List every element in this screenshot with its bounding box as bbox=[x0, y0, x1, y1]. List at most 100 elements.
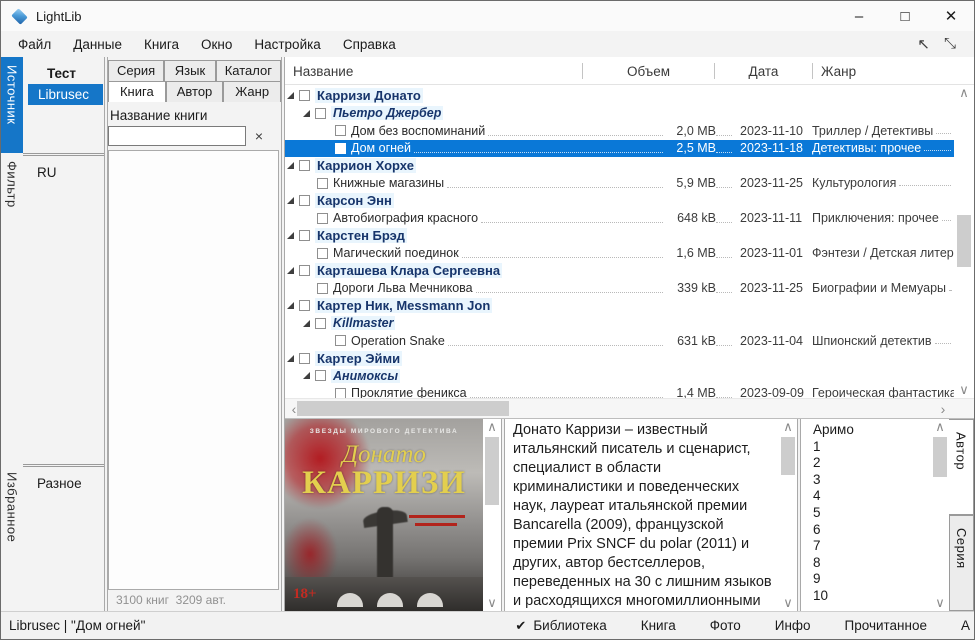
preview-tab-Автор[interactable]: Автор bbox=[949, 419, 974, 515]
column-header-size[interactable]: Объем bbox=[582, 62, 714, 79]
expand-triangle-icon[interactable] bbox=[287, 232, 294, 240]
checkbox[interactable] bbox=[299, 90, 310, 102]
tree-horizontal-scrollbar[interactable]: ‹ › bbox=[285, 398, 974, 418]
scroll-track[interactable] bbox=[957, 101, 971, 382]
expand-triangle-icon[interactable] bbox=[287, 267, 294, 275]
maximize-button[interactable]: □ bbox=[882, 1, 928, 31]
tree-row-book[interactable]: Автобиография красного 648 kB 2023-11-11 Пр… bbox=[285, 210, 954, 228]
checkbox[interactable] bbox=[299, 265, 310, 277]
tab-Серия[interactable]: Серия bbox=[108, 60, 165, 81]
sidebar-tab-Фильтр[interactable]: Фильтр bbox=[1, 153, 23, 464]
checkbox[interactable] bbox=[299, 160, 310, 172]
tree-row-author[interactable]: Карташева Клара Сергеевна bbox=[285, 262, 954, 280]
tree-row-book[interactable]: Магический поединок 1,6 MB 2023-11-01 Фэнте… bbox=[285, 245, 954, 263]
tab-Язык[interactable]: Язык bbox=[164, 60, 216, 81]
checkbox[interactable] bbox=[335, 387, 346, 398]
tree-vertical-scrollbar[interactable]: ∧ ∨ bbox=[954, 85, 974, 398]
checkbox[interactable] bbox=[299, 300, 310, 312]
expand-triangle-icon[interactable] bbox=[303, 319, 310, 327]
checkbox[interactable] bbox=[317, 282, 328, 294]
tree-row-series[interactable]: Пьетро Джербер bbox=[285, 105, 954, 123]
checkbox[interactable] bbox=[315, 317, 326, 329]
tab-Каталог[interactable]: Каталог bbox=[215, 60, 281, 81]
list-item[interactable]: 1 bbox=[801, 439, 931, 456]
checkbox[interactable] bbox=[315, 107, 326, 119]
menu-item-Окно[interactable]: Окно bbox=[190, 34, 243, 55]
menu-item-Справка[interactable]: Справка bbox=[332, 34, 407, 55]
list-item[interactable]: 7 bbox=[801, 538, 931, 555]
checkbox[interactable] bbox=[335, 335, 346, 347]
tree-row-author[interactable]: Карризи Донато bbox=[285, 87, 954, 105]
tab-Жанр[interactable]: Жанр bbox=[223, 81, 282, 102]
menu-item-Данные[interactable]: Данные bbox=[62, 34, 133, 55]
expand-triangle-icon[interactable] bbox=[287, 162, 294, 170]
tree-row-author[interactable]: Картер Эйми bbox=[285, 350, 954, 368]
sidebar-tab-Источник[interactable]: Источник bbox=[1, 57, 23, 153]
status-toggle-Библиотека[interactable]: ✔ Библиотека bbox=[515, 618, 606, 634]
scroll-down-icon[interactable]: ∨ bbox=[487, 595, 497, 611]
author-description[interactable]: Донато Карризи – известный итальянский п… bbox=[505, 419, 779, 611]
tree-row-series[interactable]: Анимоксы bbox=[285, 367, 954, 385]
scroll-down-icon[interactable]: ∨ bbox=[959, 382, 969, 398]
column-header-genre[interactable]: Жанр bbox=[812, 62, 954, 79]
sidebar-item-Разное[interactable]: Разное bbox=[23, 473, 104, 494]
checkbox[interactable] bbox=[335, 125, 346, 137]
checkbox[interactable] bbox=[299, 352, 310, 364]
tree-row-series[interactable]: Killmaster bbox=[285, 315, 954, 333]
status-toggle-Инфо[interactable]: Инфо bbox=[775, 618, 811, 633]
status-toggle-А[interactable]: А bbox=[961, 618, 970, 633]
clear-input-button[interactable]: × bbox=[246, 128, 272, 144]
tree-row-book[interactable]: Operation Snake 631 kB 2023-11-04 Шпионский… bbox=[285, 332, 954, 350]
expand-triangle-icon[interactable] bbox=[303, 372, 310, 380]
expand-tree-icon[interactable]: ⤡ bbox=[944, 35, 956, 53]
scroll-right-icon[interactable]: › bbox=[934, 401, 952, 417]
scroll-up-icon[interactable]: ∧ bbox=[783, 419, 793, 435]
sidebar-item-Тест[interactable]: Тест bbox=[23, 63, 104, 84]
checkbox[interactable] bbox=[315, 370, 326, 382]
status-toggle-Прочитанное[interactable]: Прочитанное bbox=[845, 618, 927, 633]
scroll-up-icon[interactable]: ∧ bbox=[487, 419, 497, 435]
expand-triangle-icon[interactable] bbox=[303, 109, 310, 117]
scroll-down-icon[interactable]: ∨ bbox=[783, 595, 793, 611]
book-title-input[interactable] bbox=[108, 126, 246, 146]
collapse-tree-icon[interactable]: ↖ bbox=[917, 35, 930, 53]
tree-row-author[interactable]: Карсон Энн bbox=[285, 192, 954, 210]
list-item[interactable]: 8 bbox=[801, 555, 931, 572]
column-header-date[interactable]: Дата bbox=[714, 62, 812, 79]
menu-item-Файл[interactable]: Файл bbox=[7, 34, 62, 55]
tree-row-book[interactable]: Проклятие феникса 1,4 MB 2023-09-09 Героиче… bbox=[285, 385, 954, 398]
list-scrollbar[interactable]: ∧ ∨ bbox=[931, 419, 949, 611]
column-header-title[interactable]: Название bbox=[285, 62, 582, 79]
tree-row-book[interactable]: Дом огней 2,5 MB 2023-11-18 Детективы: проч… bbox=[285, 139, 954, 157]
scroll-thumb[interactable] bbox=[781, 437, 795, 475]
list-item[interactable]: 3 bbox=[801, 472, 931, 489]
checkbox[interactable] bbox=[299, 195, 310, 207]
expand-triangle-icon[interactable] bbox=[287, 354, 294, 362]
scroll-thumb[interactable] bbox=[957, 215, 971, 267]
list-item[interactable]: 6 bbox=[801, 522, 931, 539]
checkbox[interactable] bbox=[317, 247, 328, 259]
expand-triangle-icon[interactable] bbox=[287, 92, 294, 100]
menu-item-Книга[interactable]: Книга bbox=[133, 34, 190, 55]
tree-row-author[interactable]: Карстен Брэд bbox=[285, 227, 954, 245]
minimize-button[interactable]: – bbox=[836, 1, 882, 31]
list-item[interactable]: 5 bbox=[801, 505, 931, 522]
status-toggle-Фото[interactable]: Фото bbox=[710, 618, 741, 633]
sidebar-item-Librusec[interactable]: Librusec bbox=[28, 84, 103, 105]
tree-row-author[interactable]: Каррион Хорхе bbox=[285, 157, 954, 175]
tab-Автор[interactable]: Автор bbox=[165, 81, 224, 102]
scroll-thumb[interactable] bbox=[933, 437, 947, 477]
list-item[interactable]: 9 bbox=[801, 571, 931, 588]
description-scrollbar[interactable]: ∧ ∨ bbox=[779, 419, 797, 611]
tree-row-book[interactable]: Дом без воспоминаний 2,0 MB 2023-11-10 Трил… bbox=[285, 122, 954, 140]
expand-triangle-icon[interactable] bbox=[287, 302, 294, 310]
tree-row-book[interactable]: Книжные магазины 5,9 MB 2023-11-25 Культуро… bbox=[285, 175, 954, 193]
tree-row-author[interactable]: Картер Ник, Messmann Jon bbox=[285, 297, 954, 315]
checkbox[interactable] bbox=[317, 212, 328, 224]
filter-results-list[interactable] bbox=[108, 150, 279, 590]
tab-Книга[interactable]: Книга bbox=[108, 81, 166, 102]
scroll-thumb[interactable] bbox=[297, 401, 509, 416]
menu-item-Настройка[interactable]: Настройка bbox=[243, 34, 331, 55]
list-item[interactable]: 4 bbox=[801, 488, 931, 505]
status-toggle-Книга[interactable]: Книга bbox=[641, 618, 676, 633]
